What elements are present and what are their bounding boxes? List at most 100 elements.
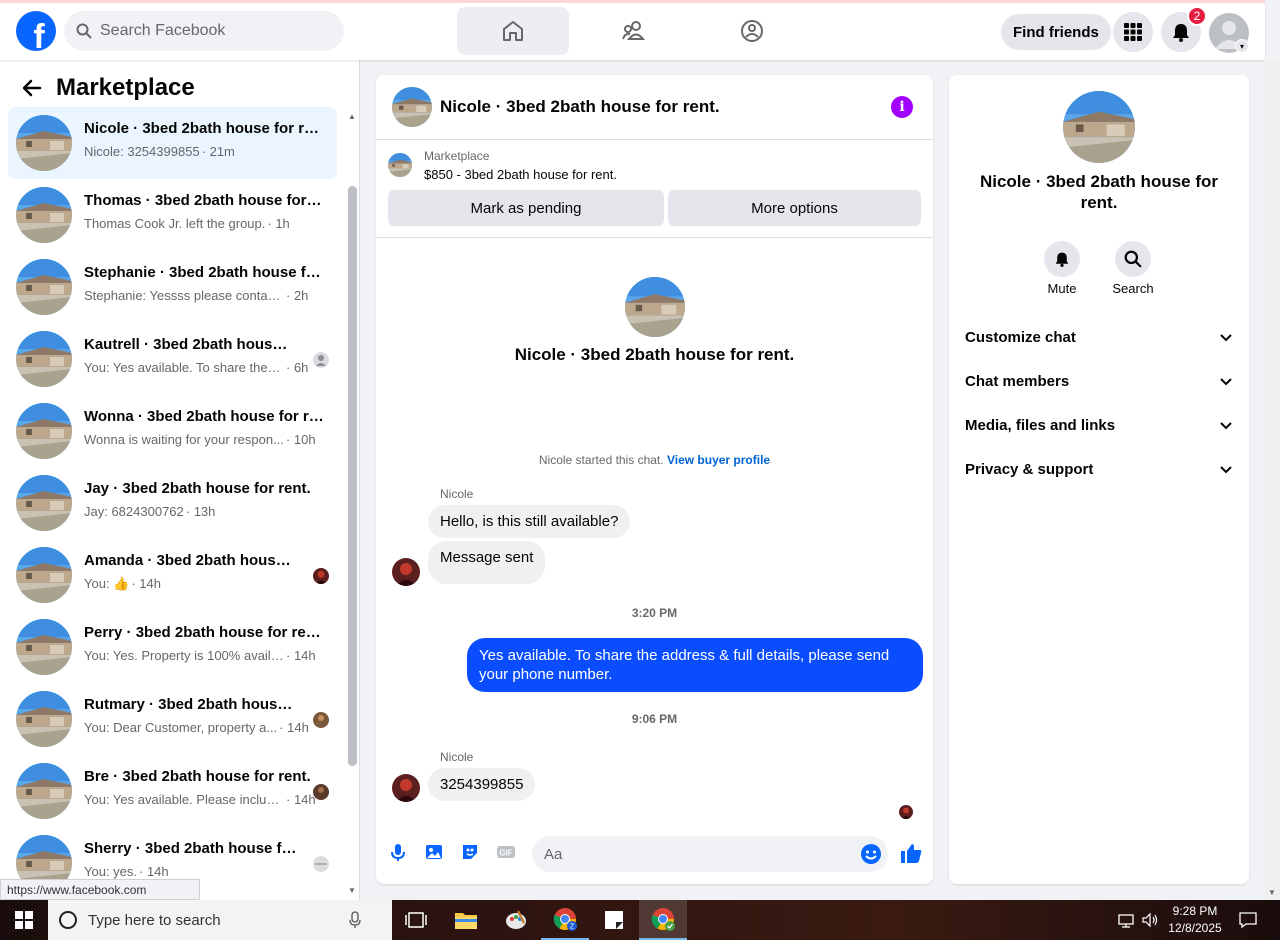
view-buyer-profile-link[interactable]: View buyer profile: [667, 453, 770, 467]
clock-time: 9:28 PM: [1172, 904, 1218, 918]
marketplace-sidebar: Marketplace Nicole · 3bed 2bath house fo…: [0, 60, 360, 900]
seen-by-avatar-icon: [313, 712, 329, 728]
find-friends-button[interactable]: Find friends: [1001, 14, 1111, 50]
listing-label: Marketplace: [424, 149, 490, 163]
listing-price[interactable]: $850 - 3bed 2bath house for rent.: [424, 167, 617, 182]
home-icon: [503, 21, 523, 41]
conversation-title: Perry · 3bed 2bath house for rent.: [84, 624, 324, 641]
taskbar-clock[interactable]: 9:28 PM 12/8/2025: [1160, 903, 1230, 937]
taskbar-search-input[interactable]: [88, 911, 348, 929]
volume-icon[interactable]: [1140, 910, 1160, 930]
conversation-snippet: Thomas Cook Jr. left the group.: [84, 216, 266, 231]
grid-menu-icon: [1124, 23, 1142, 41]
conversation-time: · 1h: [267, 216, 290, 231]
sticky-notes-button[interactable]: [590, 900, 638, 940]
message-bubble[interactable]: Message sent: [428, 541, 546, 584]
nav-groups-tab[interactable]: [696, 7, 808, 55]
more-options-button[interactable]: More options: [668, 190, 921, 226]
conversation-item[interactable]: Amanda · 3bed 2bath house for rent. You:…: [8, 539, 337, 611]
conversation-title: Rutmary · 3bed 2bath house for rent.: [84, 696, 298, 713]
menu-button[interactable]: [1113, 12, 1153, 52]
task-view-button[interactable]: [392, 900, 440, 940]
page-scrollbar[interactable]: ▼: [1265, 60, 1280, 900]
conversation-title: Amanda · 3bed 2bath house for rent.: [84, 552, 298, 569]
message-bubble[interactable]: 3254399855: [428, 768, 536, 801]
conversation-item[interactable]: Rutmary · 3bed 2bath house for rent. You…: [8, 683, 337, 755]
notification-center-icon[interactable]: [1238, 910, 1258, 930]
search-input[interactable]: [100, 22, 320, 40]
seen-by-avatar-icon: [313, 784, 329, 800]
search-bar[interactable]: [64, 11, 344, 51]
bell-icon: [1055, 252, 1069, 267]
listing-banner: Marketplace $850 - 3bed 2bath house for …: [376, 140, 933, 238]
scroll-up-arrow-icon[interactable]: ▲: [348, 112, 356, 121]
paint-app-button[interactable]: [492, 900, 540, 940]
sender-avatar[interactable]: [392, 558, 420, 586]
chat-panel: Nicole · 3bed 2bath house for rent. i Ma…: [376, 75, 933, 884]
message-bubble[interactable]: Hello, is this still available?: [428, 505, 631, 538]
chat-title[interactable]: Nicole · 3bed 2bath house for rent.: [440, 97, 720, 117]
conversation-snippet: You: 👍: [84, 576, 130, 591]
conversation-time: · 6h: [286, 360, 309, 375]
media-files-links-row[interactable]: Media, files and links: [957, 405, 1241, 445]
back-arrow-icon[interactable]: [20, 76, 44, 100]
conversation-time: · 13h: [185, 504, 216, 519]
network-icon[interactable]: [1116, 910, 1136, 930]
chat-members-row[interactable]: Chat members: [957, 361, 1241, 401]
conversation-item[interactable]: Wonna · 3bed 2bath house for rent. Wonna…: [8, 395, 337, 467]
listing-thumbnail[interactable]: [392, 87, 432, 127]
info-icon[interactable]: i: [891, 96, 913, 118]
message-input[interactable]: [532, 836, 888, 872]
conversation-item[interactable]: Perry · 3bed 2bath house for rent. You: …: [8, 611, 337, 683]
customize-chat-row[interactable]: Customize chat: [957, 317, 1241, 357]
conversation-item[interactable]: Jay · 3bed 2bath house for rent. Jay: 68…: [8, 467, 337, 539]
mark-pending-button[interactable]: Mark as pending: [388, 190, 664, 226]
emoji-icon[interactable]: [860, 843, 882, 865]
conversation-title: Sherry · 3bed 2bath house for rent.: [84, 840, 298, 857]
chevron-down-icon: [1220, 466, 1232, 474]
listing-thumbnail: [16, 691, 72, 747]
search-conversation-button[interactable]: Search: [1103, 241, 1163, 296]
facebook-logo[interactable]: f: [16, 11, 56, 51]
thumbs-up-icon[interactable]: [899, 841, 923, 865]
nav-home-tab[interactable]: [457, 7, 569, 55]
nav-friends-tab[interactable]: [577, 7, 689, 55]
start-button[interactable]: [0, 900, 48, 940]
notification-badge: 2: [1187, 6, 1207, 26]
microphone-icon[interactable]: [388, 842, 408, 862]
microphone-icon[interactable]: [348, 911, 362, 929]
search-icon: [1124, 250, 1142, 268]
gif-icon[interactable]: GIF: [496, 842, 516, 862]
sticker-icon[interactable]: [460, 842, 480, 862]
seen-by-avatar-icon: [313, 352, 329, 368]
scroll-down-arrow-icon[interactable]: ▼: [348, 886, 356, 895]
windows-logo-icon: [15, 911, 33, 929]
conversation-item[interactable]: Thomas · 3bed 2bath house for rent. Thom…: [8, 179, 337, 251]
listing-thumbnail[interactable]: [1063, 91, 1135, 163]
conversation-time: · 2h: [286, 288, 309, 303]
chrome-active-button[interactable]: [639, 900, 687, 940]
sidebar-scrollbar[interactable]: [348, 186, 357, 766]
chevron-down-icon[interactable]: ▾: [1235, 39, 1249, 53]
photo-icon[interactable]: [424, 842, 444, 862]
listing-thumbnail: [16, 187, 72, 243]
privacy-support-row[interactable]: Privacy & support: [957, 449, 1241, 489]
file-explorer-button[interactable]: [442, 900, 490, 940]
listing-thumbnail: [16, 475, 72, 531]
sidebar-title: Marketplace: [56, 73, 195, 101]
sender-avatar[interactable]: [392, 774, 420, 802]
conversation-item[interactable]: Kautrell · 3bed 2bath house for rent. Yo…: [8, 323, 337, 395]
mute-button[interactable]: Mute: [1032, 241, 1092, 296]
conversation-item[interactable]: Stephanie · 3bed 2bath house for rent. S…: [8, 251, 337, 323]
taskbar-search[interactable]: [48, 900, 392, 940]
conversation-time: · 14h: [286, 792, 316, 807]
listing-thumbnail: [16, 403, 72, 459]
chrome-profile-button[interactable]: Z: [541, 900, 589, 940]
outgoing-message-bubble[interactable]: Yes available. To share the address & fu…: [467, 638, 923, 692]
conversation-title: Kautrell · 3bed 2bath house for rent.: [84, 336, 294, 353]
conversation-item[interactable]: Nicole · 3bed 2bath house for rent. Nico…: [8, 107, 337, 179]
seen-by-avatar-icon: [313, 856, 329, 872]
conversation-item[interactable]: Bre · 3bed 2bath house for rent. You: Ye…: [8, 755, 337, 827]
listing-thumbnail: [16, 259, 72, 315]
notifications-button[interactable]: 2: [1161, 6, 1207, 52]
